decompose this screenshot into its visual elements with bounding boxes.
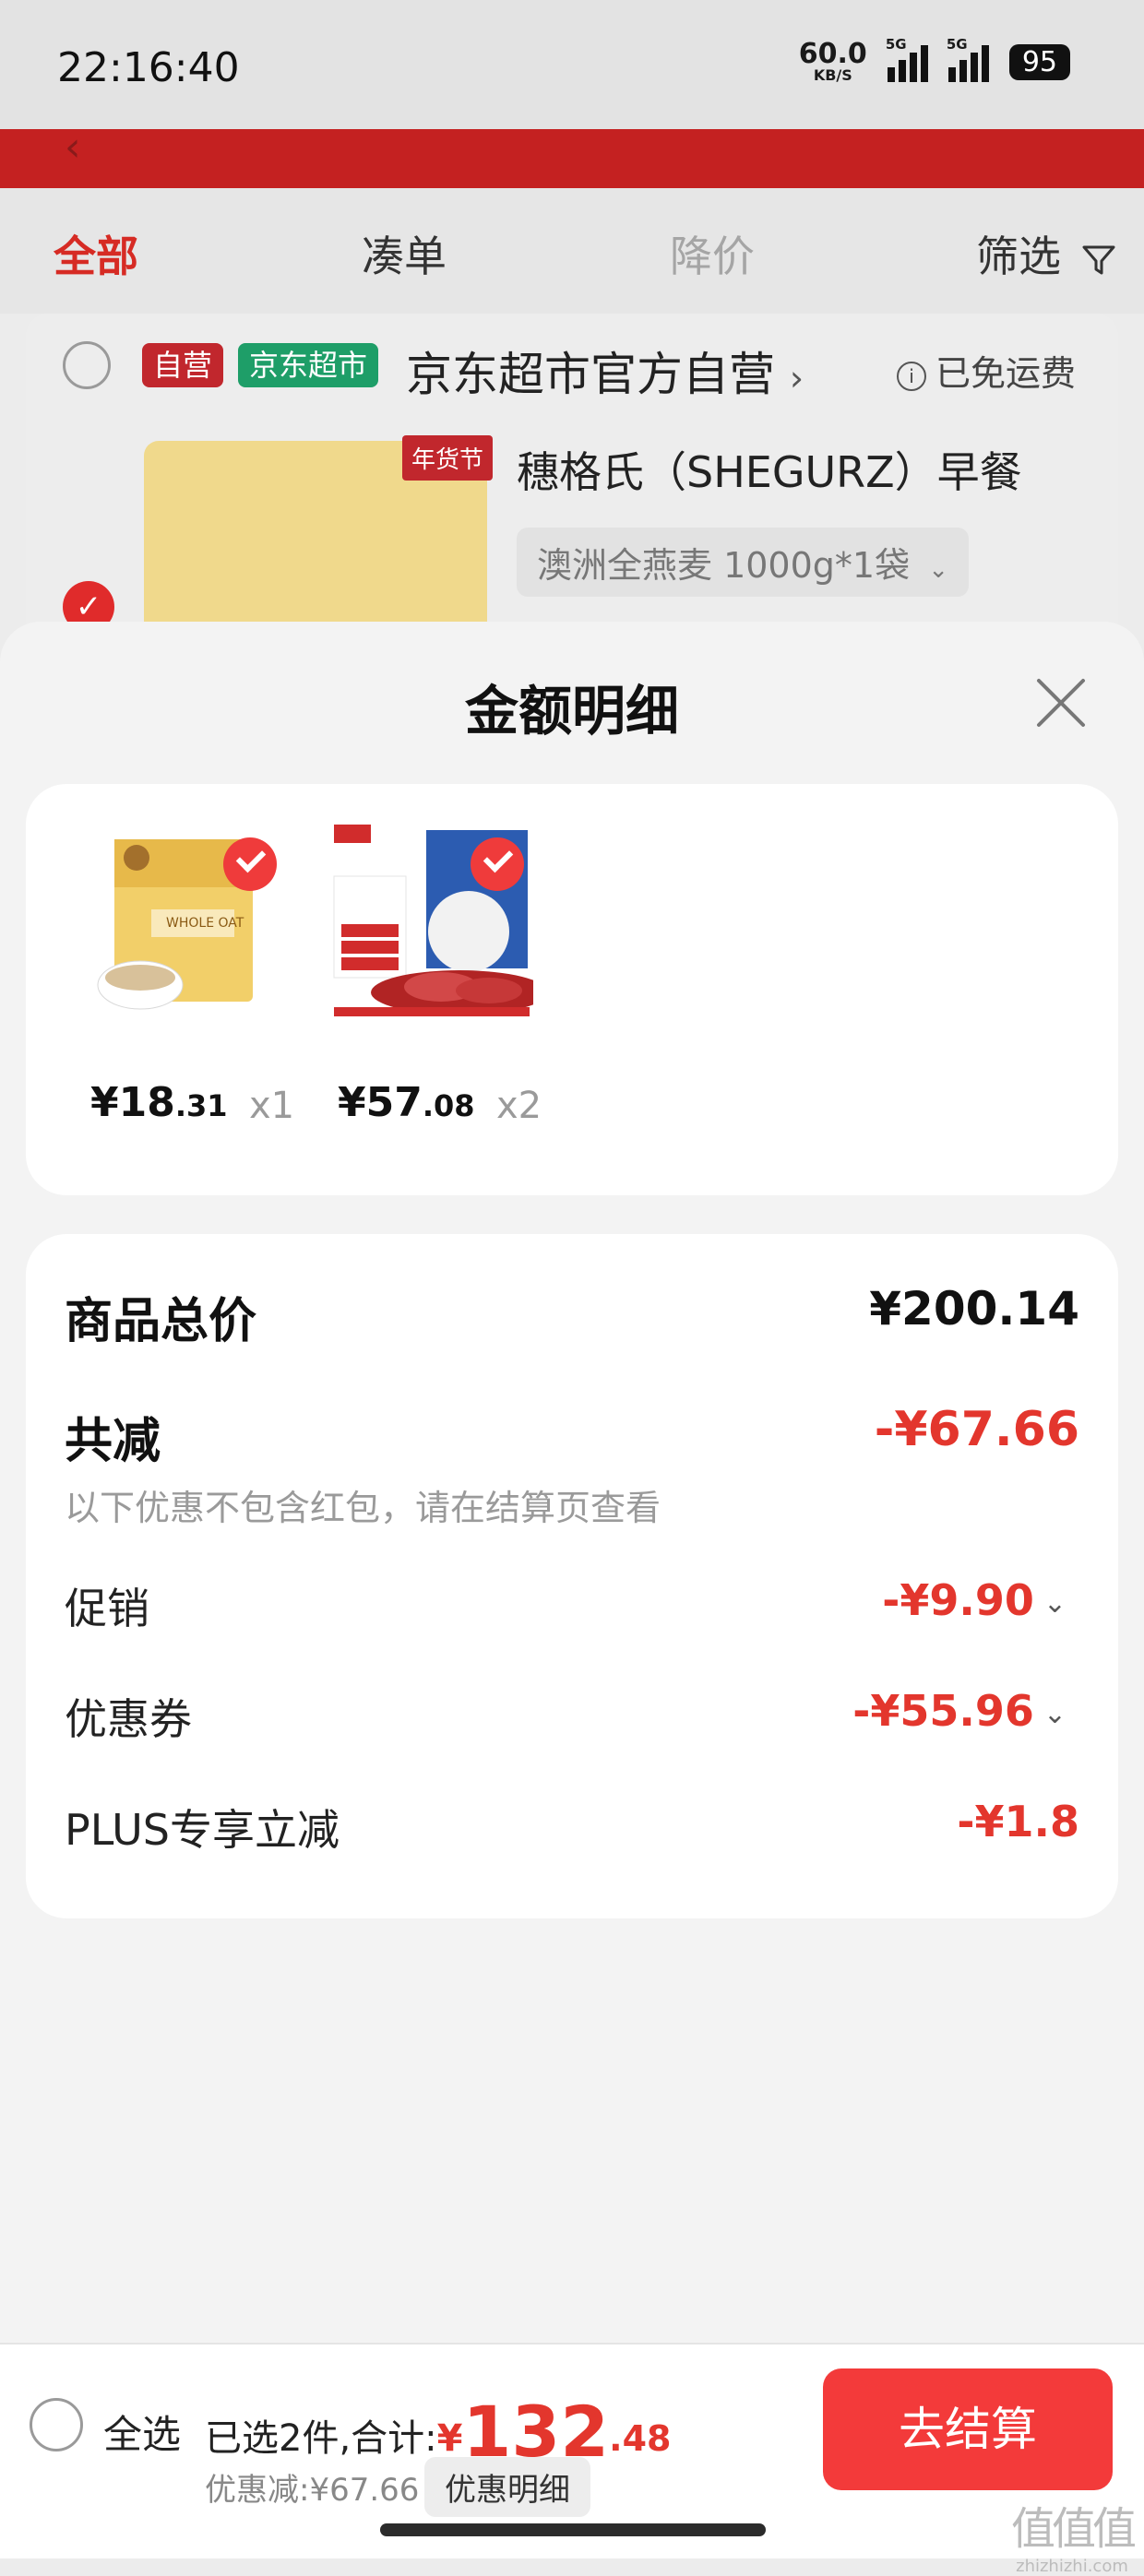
tab-filter[interactable]: 筛选: [976, 223, 1117, 284]
total-reduction-value: -¥67.66: [874, 1402, 1079, 1457]
items-card: WHOLE OAT ¥18.31 x1 ¥57.08 x2: [26, 784, 1118, 1195]
free-shipping: i 已免运费: [896, 345, 1076, 396]
reduction-note-row: 以下优惠不包含红包，请在结算页查看: [65, 1479, 1079, 1528]
check-icon: [223, 837, 277, 891]
status-time: 22:16:40: [57, 44, 240, 91]
net-speed: 60.0 KB/S: [798, 38, 867, 84]
tab-all[interactable]: 全部: [54, 223, 138, 284]
close-icon[interactable]: [1035, 677, 1087, 729]
product-image-oat: WHOLE OAT: [83, 821, 286, 1024]
chevron-down-icon: ⌄: [1043, 1587, 1067, 1620]
price-detail-sheet: 金额明细 WHOLE OAT ¥18.31 x1 ¥57.08 x2 商品总价 …: [0, 622, 1144, 2345]
price-summary-card: 商品总价 ¥200.14 共减 -¥67.66 以下优惠不包含红包，请在结算页查…: [26, 1234, 1118, 1918]
cart-tabs: 全部 凑单 降价 筛选: [0, 188, 1144, 314]
sheet-title: 金额明细: [464, 680, 679, 742]
promo-label: 促销: [65, 1584, 149, 1633]
item-price: ¥18.31: [90, 1079, 228, 1126]
discount-summary: 优惠减:¥67.66: [205, 2472, 420, 2509]
total-price-label: 商品总价: [65, 1294, 257, 1349]
store-name[interactable]: 京东超市官方自营 ›: [406, 338, 804, 404]
status-bar: 22:16:40 60.0 KB/S 5G 5G 95: [0, 0, 1144, 129]
total-price-value: ¥200.14: [869, 1282, 1079, 1335]
select-all-radio[interactable]: [30, 2398, 83, 2451]
chevron-down-icon: ⌄: [928, 556, 948, 584]
status-icons: 60.0 KB/S 5G 5G 95: [798, 36, 1070, 84]
plus-discount-label: PLUS专享立减: [65, 1805, 340, 1855]
chevron-down-icon: ⌄: [1043, 1698, 1067, 1730]
back-arrow-icon[interactable]: ‹: [65, 124, 81, 171]
item-oat[interactable]: WHOLE OAT ¥18.31 x1: [83, 821, 304, 1127]
product-image-steak: [330, 821, 533, 1024]
item-qty: x2: [496, 1085, 542, 1127]
plus-discount-row: PLUS专享立减 -¥1.8: [65, 1797, 1079, 1856]
signal-icon: 5G: [947, 36, 989, 82]
cart-header: ‹: [0, 124, 1144, 188]
filter-icon: [1082, 245, 1115, 274]
discount-detail-button[interactable]: 优惠明细: [424, 2457, 590, 2517]
watermark-logo: 值值值 zhizhizhi.com: [1010, 2503, 1137, 2576]
checkout-button[interactable]: 去结算: [823, 2368, 1113, 2490]
battery-icon: 95: [1008, 43, 1070, 80]
total-reduction-label: 共减: [65, 1414, 161, 1469]
coupon-row[interactable]: 优惠券 -¥55.96 ⌄: [65, 1686, 1079, 1745]
promo-row[interactable]: 促销 -¥9.90 ⌄: [65, 1575, 1079, 1634]
product-spec-selector[interactable]: 澳洲全燕麦 1000g*1袋 ⌄: [517, 528, 969, 597]
plus-discount-value: -¥1.8: [957, 1797, 1079, 1846]
total-price-row: 商品总价 ¥200.14: [65, 1282, 1079, 1349]
select-all-label[interactable]: 全选: [103, 2404, 181, 2460]
coupon-label: 优惠券: [65, 1694, 192, 1744]
checkout-bar: 全选 已选2件,合计:¥132.48 优惠减:¥67.66 优惠明细 去结算 值…: [0, 2343, 1144, 2576]
check-icon: [471, 837, 524, 891]
promo-value: -¥9.90 ⌄: [882, 1575, 1067, 1625]
reduction-note: 以下优惠不包含红包，请在结算页查看: [65, 1488, 661, 1528]
product-title[interactable]: 穗格氏（SHEGURZ）早餐: [517, 439, 1022, 500]
tab-price-drop[interactable]: 降价: [670, 223, 755, 284]
chevron-right-icon: ›: [789, 358, 804, 398]
tab-add-on[interactable]: 凑单: [362, 223, 447, 284]
signal-icon: 5G: [886, 36, 928, 82]
svg-text:WHOLE OAT: WHOLE OAT: [166, 916, 244, 931]
store-select-radio[interactable]: [63, 341, 111, 389]
jd-market-badge: 京东超市: [238, 343, 379, 387]
total-reduction-row: 共减 -¥67.66: [65, 1402, 1079, 1469]
self-operated-badge: 自营: [142, 343, 224, 387]
item-price: ¥57.08: [338, 1079, 475, 1126]
item-steak[interactable]: ¥57.08 x2: [330, 821, 552, 1127]
item-qty: x1: [249, 1085, 295, 1127]
festival-tag: 年货节: [401, 435, 493, 481]
info-icon[interactable]: i: [896, 361, 926, 391]
coupon-value: -¥55.96 ⌄: [852, 1686, 1067, 1736]
home-indicator[interactable]: [380, 2523, 766, 2536]
